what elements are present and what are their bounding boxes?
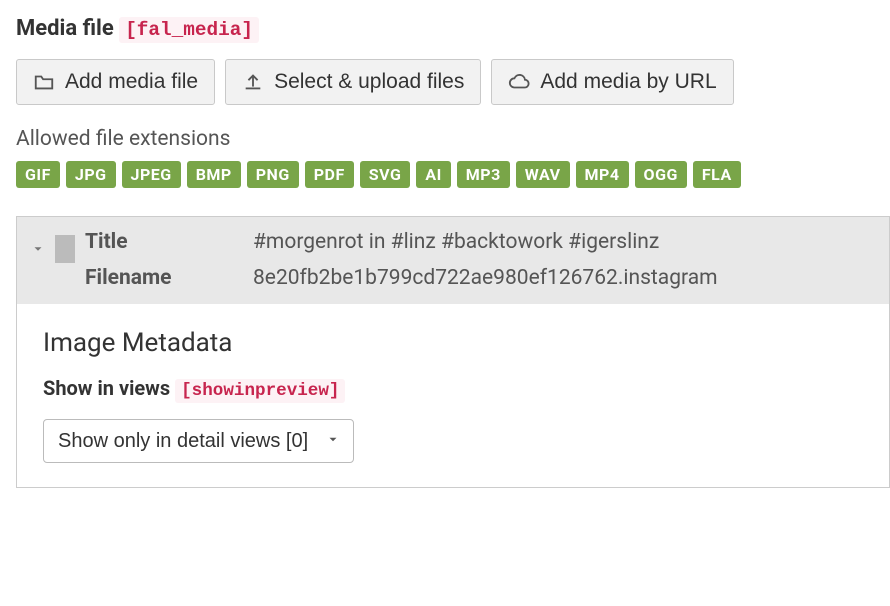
media-record-header[interactable]: Title #morgenrot in #linz #backtowork #i… [17, 217, 889, 304]
media-record-panel: Title #morgenrot in #linz #backtowork #i… [16, 216, 890, 488]
ext-pill: AI [416, 161, 450, 188]
record-title-label: Title [85, 227, 235, 259]
folder-icon [33, 71, 55, 93]
record-filename-label: Filename [85, 263, 235, 295]
show-in-views-select[interactable]: Show only in detail views [0] [43, 419, 354, 463]
ext-pill: MP4 [576, 161, 629, 188]
show-in-views-field-header: Show in views [showinpreview] [43, 376, 863, 401]
record-filename-value: 8e20fb2be1b799cd722ae980ef126762.instagr… [253, 263, 718, 295]
show-in-views-code: [showinpreview] [175, 379, 345, 403]
record-title-value: #morgenrot in #linz #backtowork #igersli… [253, 227, 718, 259]
select-upload-files-label: Select & upload files [274, 70, 464, 94]
allowed-extensions-row: GIF JPG JPEG BMP PNG PDF SVG AI MP3 WAV … [16, 161, 890, 188]
ext-pill: BMP [187, 161, 241, 188]
media-action-button-row: Add media file Select & upload files Add… [16, 59, 890, 105]
show-in-views-select-wrap: Show only in detail views [0] [43, 419, 354, 463]
ext-pill: PNG [247, 161, 299, 188]
media-file-code: [fal_media] [119, 17, 259, 43]
upload-icon [242, 71, 264, 93]
file-icon [55, 235, 75, 263]
cloud-icon [508, 71, 530, 93]
chevron-down-icon[interactable] [31, 227, 45, 260]
allowed-extensions-label: Allowed file extensions [16, 127, 890, 151]
image-metadata-heading: Image Metadata [43, 328, 863, 358]
ext-pill: OGG [635, 161, 687, 188]
add-media-by-url-button[interactable]: Add media by URL [491, 59, 733, 105]
ext-pill: SVG [360, 161, 411, 188]
media-record-body: Image Metadata Show in views [showinprev… [17, 304, 889, 487]
ext-pill: GIF [16, 161, 60, 188]
ext-pill: MP3 [457, 161, 510, 188]
media-record-meta: Title #morgenrot in #linz #backtowork #i… [85, 227, 718, 294]
show-in-views-label: Show in views [43, 376, 170, 400]
add-media-file-button[interactable]: Add media file [16, 59, 215, 105]
add-media-file-label: Add media file [65, 70, 198, 94]
ext-pill: WAV [516, 161, 570, 188]
ext-pill: JPG [66, 161, 116, 188]
add-media-by-url-label: Add media by URL [540, 70, 716, 94]
ext-pill: FLA [693, 161, 741, 188]
ext-pill: PDF [305, 161, 354, 188]
media-file-label: Media file [16, 16, 114, 41]
select-upload-files-button[interactable]: Select & upload files [225, 59, 481, 105]
ext-pill: JPEG [122, 161, 181, 188]
media-file-field-header: Media file [fal_media] [16, 16, 890, 41]
